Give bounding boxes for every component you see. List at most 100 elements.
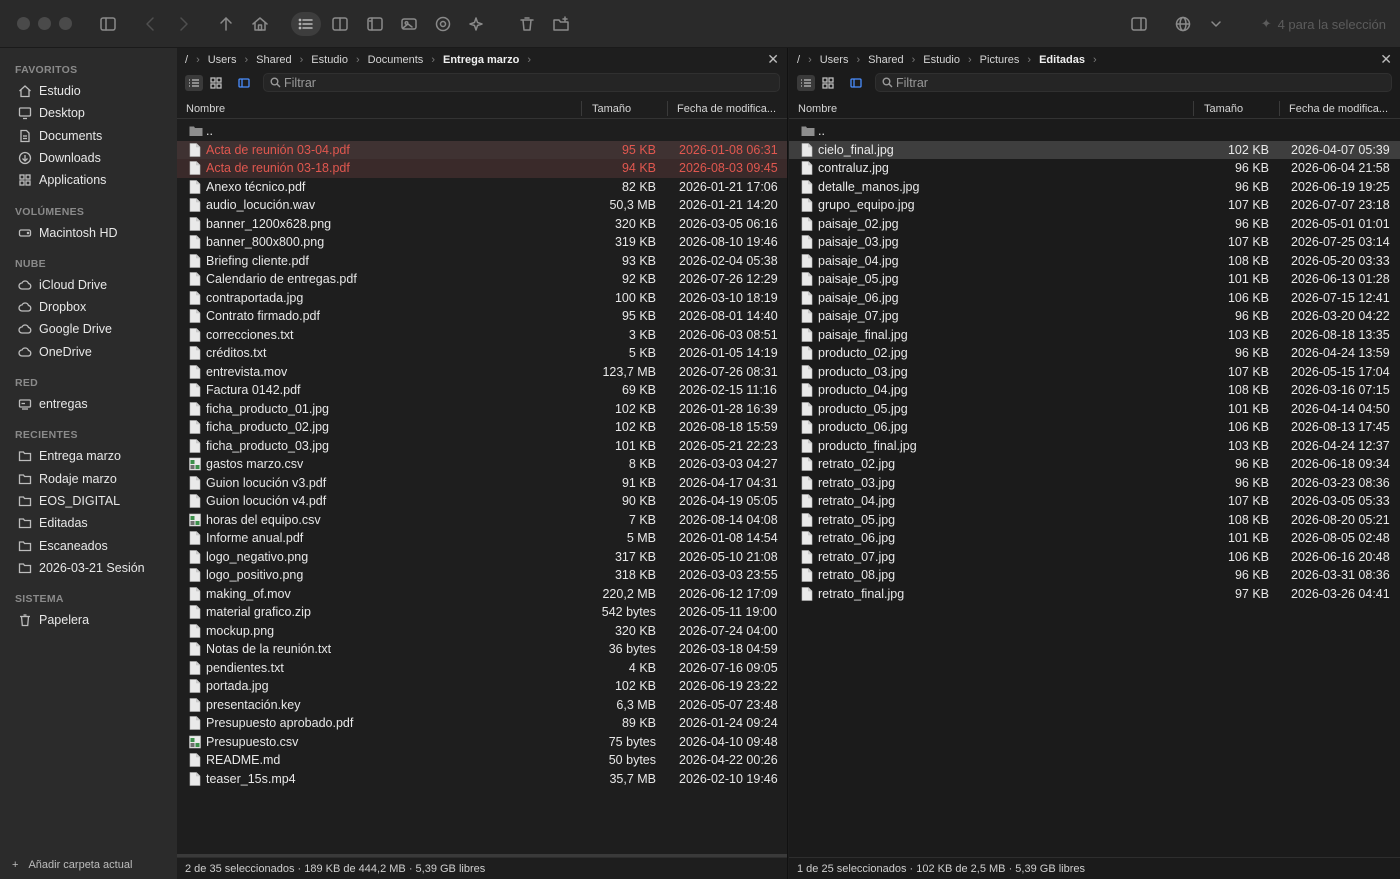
file-row[interactable]: ficha_producto_03.jpg 101 KB 2026-05-21 22… <box>177 437 787 456</box>
sidebar-item-escaneados[interactable]: Escaneados <box>18 536 108 556</box>
file-row[interactable]: retrato_04.jpg 107 KB 2026-03-05 05:33 <box>789 492 1400 511</box>
sidebar-item-onedrive[interactable]: OneDrive <box>18 342 92 362</box>
sidebar-item-dropbox[interactable]: Dropbox <box>18 297 86 317</box>
sidebar-item-entrega-marzo[interactable]: Entrega marzo <box>18 446 121 466</box>
file-row[interactable]: Presupuesto.csv 75 bytes 2026-04-10 09:48 <box>177 733 787 752</box>
file-row[interactable]: Guion locución v3.pdf 91 KB 2026-04-17 04:… <box>177 474 787 493</box>
sidebar-item-google-drive[interactable]: Google Drive <box>18 319 112 339</box>
breadcrumb-item[interactable]: Pictures <box>980 54 1020 66</box>
file-row[interactable]: detalle_manos.jpg 96 KB 2026-06-19 19:25 <box>789 178 1400 197</box>
sidebar-item-applications[interactable]: Applications <box>18 170 106 190</box>
breadcrumb-item[interactable]: Estudio <box>923 54 960 66</box>
file-row[interactable]: Anexo técnico.pdf 82 KB 2026-01-21 17:06 <box>177 178 787 197</box>
breadcrumb-item[interactable]: Entrega marzo <box>443 54 519 66</box>
date-column-header[interactable]: Fecha de modifica... <box>677 103 776 115</box>
file-row[interactable]: producto_05.jpg 101 KB 2026-04-14 04:50 <box>789 400 1400 419</box>
file-row[interactable]: paisaje_02.jpg 96 KB 2026-05-01 01:01 <box>789 215 1400 234</box>
sidebar-item-entregas[interactable]: entregas <box>18 394 88 414</box>
breadcrumb-item[interactable]: Shared <box>256 54 291 66</box>
sidebar-item-eos-digital[interactable]: EOS_DIGITAL <box>18 491 120 511</box>
file-row[interactable]: gastos marzo.csv 8 KB 2026-03-03 04:27 <box>177 455 787 474</box>
sidebar-item-desktop[interactable]: Desktop <box>18 103 85 123</box>
grid-view-icon[interactable] <box>819 75 837 91</box>
file-row[interactable]: retrato_07.jpg 106 KB 2026-06-16 20:48 <box>789 548 1400 567</box>
trash-icon[interactable] <box>514 12 540 36</box>
quicklook-icon[interactable] <box>430 12 456 36</box>
sidebar-item-macintosh-hd[interactable]: Macintosh HD <box>18 223 118 243</box>
file-row[interactable]: producto_final.jpg 103 KB 2026-04-24 12:37 <box>789 437 1400 456</box>
parent-folder-row[interactable]: .. <box>177 122 787 141</box>
selection-action-label[interactable]: ✦ 4 para la selección <box>1261 16 1386 32</box>
file-row[interactable]: README.md 50 bytes 2026-04-22 00:26 <box>177 751 787 770</box>
file-row[interactable]: paisaje_06.jpg 106 KB 2026-07-15 12:41 <box>789 289 1400 308</box>
sidebar-item-editadas[interactable]: Editadas <box>18 513 88 533</box>
file-row[interactable]: Acta de reunión 03-18.pdf 94 KB 2026-08-03… <box>177 159 787 178</box>
file-row[interactable]: paisaje_final.jpg 103 KB 2026-08-18 13:35 <box>789 326 1400 345</box>
file-row[interactable]: logo_positivo.png 318 KB 2026-03-03 23:55 <box>177 566 787 585</box>
up-arrow-icon[interactable] <box>213 12 239 36</box>
close-pane-icon[interactable]: ✕ <box>1380 51 1392 68</box>
file-row[interactable]: contraluz.jpg 96 KB 2026-06-04 21:58 <box>789 159 1400 178</box>
list-view-icon[interactable] <box>185 75 203 91</box>
forward-icon[interactable] <box>170 12 196 36</box>
breadcrumb-item[interactable]: Users <box>208 54 237 66</box>
name-column-header[interactable]: Nombre <box>798 103 837 115</box>
sidebar-item-downloads[interactable]: Downloads <box>18 148 101 168</box>
file-row[interactable]: Calendario de entregas.pdf 92 KB 2026-07-2… <box>177 270 787 289</box>
sidebar-item-papelera[interactable]: Papelera <box>18 610 89 630</box>
file-row[interactable]: contraportada.jpg 100 KB 2026-03-10 18:19 <box>177 289 787 308</box>
file-row[interactable]: paisaje_03.jpg 107 KB 2026-07-25 03:14 <box>789 233 1400 252</box>
file-row[interactable]: logo_negativo.png 317 KB 2026-05-10 21:08 <box>177 548 787 567</box>
breadcrumb-item[interactable]: Editadas <box>1039 54 1085 66</box>
file-row[interactable]: grupo_equipo.jpg 107 KB 2026-07-07 23:18 <box>789 196 1400 215</box>
file-row[interactable]: Notas de la reunión.txt 36 bytes 2026-03-1… <box>177 640 787 659</box>
file-row[interactable]: Contrato firmado.pdf 95 KB 2026-08-01 14:4… <box>177 307 787 326</box>
add-current-folder-button[interactable]: + Añadir carpeta actual <box>12 859 132 871</box>
preview-toggle-icon[interactable] <box>847 75 865 91</box>
file-row[interactable]: retrato_03.jpg 96 KB 2026-03-23 08:36 <box>789 474 1400 493</box>
size-column-header[interactable]: Tamaño <box>1204 103 1243 115</box>
file-row[interactable]: ficha_producto_01.jpg 102 KB 2026-01-28 16… <box>177 400 787 419</box>
file-row[interactable]: Informe anual.pdf 5 MB 2026-01-08 14:54 <box>177 529 787 548</box>
file-row[interactable]: retrato_final.jpg 97 KB 2026-03-26 04:41 <box>789 585 1400 604</box>
file-row[interactable]: retrato_02.jpg 96 KB 2026-06-18 09:34 <box>789 455 1400 474</box>
sidebar-item-2026-03-21-sesi-n[interactable]: 2026-03-21 Sesión <box>18 558 145 578</box>
sidebar-item-icloud-drive[interactable]: iCloud Drive <box>18 275 107 295</box>
file-row[interactable]: ficha_producto_02.jpg 102 KB 2026-08-18 15… <box>177 418 787 437</box>
date-column-header[interactable]: Fecha de modifica... <box>1289 103 1388 115</box>
file-row[interactable]: producto_06.jpg 106 KB 2026-08-13 17:45 <box>789 418 1400 437</box>
parent-folder-row[interactable]: .. <box>789 122 1400 141</box>
split-view-icon[interactable] <box>327 12 353 36</box>
close-pane-icon[interactable]: ✕ <box>767 51 779 68</box>
preview-toggle-icon[interactable] <box>235 75 253 91</box>
list-view-icon[interactable] <box>291 12 321 36</box>
minimize-window-button[interactable] <box>38 17 51 30</box>
home-icon[interactable] <box>247 12 273 36</box>
file-row[interactable]: Guion locución v4.pdf 90 KB 2026-04-19 05:… <box>177 492 787 511</box>
size-column-header[interactable]: Tamaño <box>592 103 631 115</box>
file-row[interactable]: correcciones.txt 3 KB 2026-06-03 08:51 <box>177 326 787 345</box>
file-row[interactable]: paisaje_05.jpg 101 KB 2026-06-13 01:28 <box>789 270 1400 289</box>
chevron-down-icon[interactable] <box>1203 12 1229 36</box>
file-row[interactable]: presentación.key 6,3 MB 2026-05-07 23:48 <box>177 696 787 715</box>
file-row[interactable]: Presupuesto aprobado.pdf 89 KB 2026-01-24 … <box>177 714 787 733</box>
sidebar-toggle-icon[interactable] <box>95 12 121 36</box>
file-row[interactable]: entrevista.mov 123,7 MB 2026-07-26 08:31 <box>177 363 787 382</box>
breadcrumb-item[interactable]: Users <box>820 54 849 66</box>
filter-input[interactable] <box>284 75 743 90</box>
sidebar-item-documents[interactable]: Documents <box>18 126 102 146</box>
sparkle-icon[interactable] <box>463 12 489 36</box>
file-row[interactable]: audio_locución.wav 50,3 MB 2026-01-21 14:2… <box>177 196 787 215</box>
breadcrumb-item[interactable]: Shared <box>868 54 903 66</box>
file-row[interactable]: producto_02.jpg 96 KB 2026-04-24 13:59 <box>789 344 1400 363</box>
file-row[interactable]: retrato_05.jpg 108 KB 2026-08-20 05:21 <box>789 511 1400 530</box>
sidebar-item-estudio[interactable]: Estudio <box>18 81 81 101</box>
file-row[interactable]: mockup.png 320 KB 2026-07-24 04:00 <box>177 622 787 641</box>
file-row[interactable]: retrato_06.jpg 101 KB 2026-08-05 02:48 <box>789 529 1400 548</box>
file-row[interactable]: paisaje_04.jpg 108 KB 2026-05-20 03:33 <box>789 252 1400 271</box>
filter-field[interactable] <box>875 73 1392 92</box>
file-row[interactable]: producto_03.jpg 107 KB 2026-05-15 17:04 <box>789 363 1400 382</box>
file-row[interactable]: Acta de reunión 03-04.pdf 95 KB 2026-01-08… <box>177 140 787 159</box>
file-row[interactable]: banner_800x800.png 319 KB 2026-08-10 19:46 <box>177 233 787 252</box>
filter-field[interactable] <box>263 73 780 92</box>
